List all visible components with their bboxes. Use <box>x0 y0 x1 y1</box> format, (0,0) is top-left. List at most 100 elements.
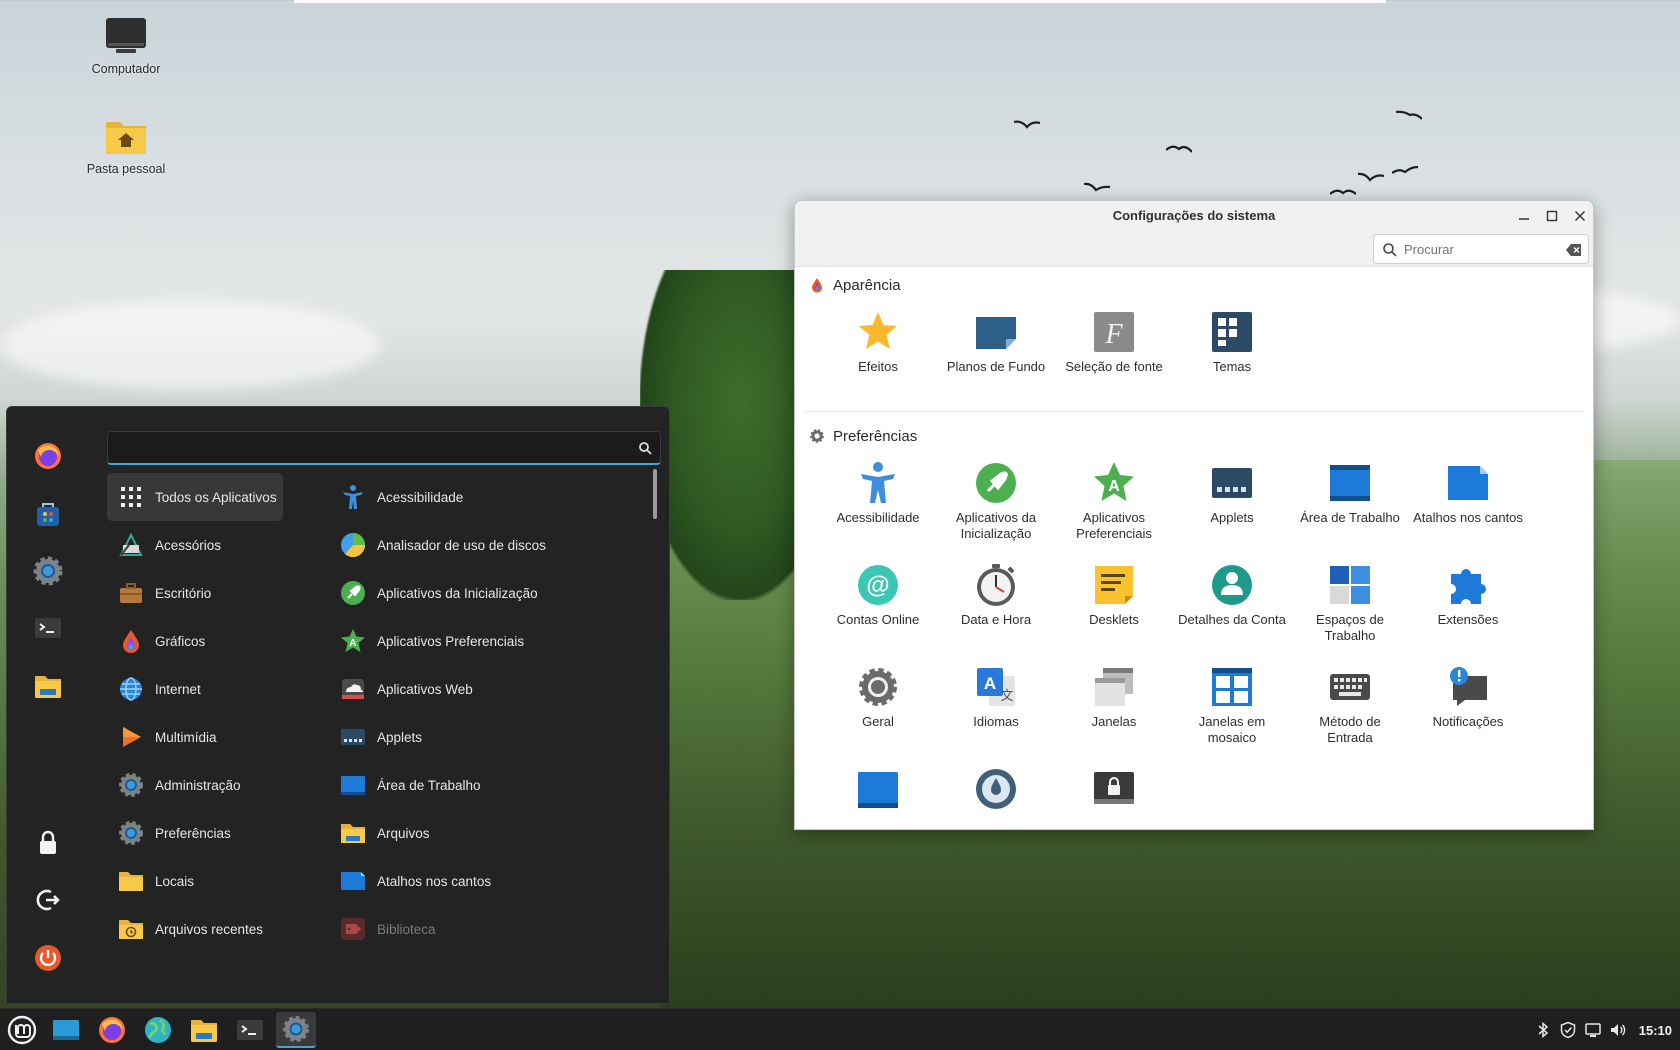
firefox-launcher[interactable] <box>92 1012 132 1048</box>
window-title: Configurações do sistema <box>1112 208 1276 223</box>
settings-item-date-time[interactable]: Data e Hora <box>937 556 1055 658</box>
category-preferences[interactable]: Preferências <box>107 809 297 857</box>
administration-icon <box>119 773 143 797</box>
app-applets[interactable]: Applets <box>327 713 647 761</box>
settings-item-partial-3[interactable] <box>1055 760 1173 829</box>
app-label: Arquivos <box>377 825 430 841</box>
settings-icon <box>283 1016 309 1042</box>
volume-icon[interactable] <box>1609 1021 1627 1039</box>
settings-item-partial-2[interactable] <box>937 760 1055 829</box>
terminal-launcher[interactable] <box>230 1012 270 1048</box>
settings-item-themes[interactable]: Temas <box>1173 303 1291 405</box>
settings-item-partial-1[interactable] <box>819 760 937 829</box>
app-hot-corners[interactable]: Atalhos nos cantos <box>327 857 647 905</box>
system-settings-task[interactable] <box>276 1012 316 1048</box>
lock-screen-button[interactable] <box>29 824 67 862</box>
app-label: Aplicativos da Inicialização <box>377 585 538 601</box>
app-disk-usage-analyzer[interactable]: Analisador de uso de discos <box>327 521 647 569</box>
settings-item-backgrounds[interactable]: Planos de Fundo <box>937 303 1055 405</box>
hot-corners-icon <box>341 872 365 890</box>
section-divider <box>805 411 1583 412</box>
app-web-apps[interactable]: Aplicativos Web <box>327 665 647 713</box>
category-label: Internet <box>155 681 201 697</box>
settings-item-hot-corners[interactable]: Atalhos nos cantos <box>1409 454 1527 556</box>
app-files[interactable]: Arquivos <box>327 809 647 857</box>
multimedia-icon <box>123 727 141 747</box>
settings-item-extensions[interactable]: Extensões <box>1409 556 1527 658</box>
app-library[interactable]: Biblioteca <box>327 905 647 953</box>
settings-item-languages[interactable]: A文 Idiomas <box>937 658 1055 760</box>
bluetooth-icon[interactable] <box>1534 1021 1552 1039</box>
close-icon[interactable] <box>1571 207 1589 225</box>
category-internet[interactable]: Internet <box>107 665 297 713</box>
category-places[interactable]: Locais <box>107 857 297 905</box>
section-title: Aparência <box>833 276 901 294</box>
recent-files-icon <box>119 920 143 939</box>
settings-item-font-selection[interactable]: F Seleção de fonte <box>1055 303 1173 405</box>
menu-scrollbar[interactable] <box>653 469 657 519</box>
category-accessories[interactable]: Acessórios <box>107 521 297 569</box>
clear-search-icon[interactable] <box>1566 243 1582 257</box>
desktop-icon-computer[interactable]: Computador <box>76 16 176 76</box>
desktop-icon-home[interactable]: Pasta pessoal <box>76 116 176 176</box>
settings-item-accessibility[interactable]: Acessibilidade <box>819 454 937 556</box>
firefox-favorite-button[interactable] <box>29 437 67 475</box>
settings-item-online-accounts[interactable]: @ Contas Online <box>819 556 937 658</box>
settings-item-label: Extensões <box>1437 612 1499 627</box>
settings-item-desklets[interactable]: Desklets <box>1055 556 1173 658</box>
menu-search-input[interactable] <box>108 432 660 463</box>
category-recent-files[interactable]: Arquivos recentes <box>107 905 297 953</box>
settings-item-effects[interactable]: Efeitos <box>819 303 937 405</box>
settings-item-label: Atalhos nos cantos <box>1413 510 1523 525</box>
update-manager-icon[interactable] <box>1559 1021 1577 1039</box>
web-browser-launcher[interactable] <box>138 1012 178 1048</box>
files-favorite-button[interactable] <box>29 667 67 705</box>
menu-button[interactable] <box>2 1012 42 1048</box>
settings-item-workspaces[interactable]: Espaços de Trabalho <box>1291 556 1409 658</box>
settings-search-input[interactable] <box>1374 235 1588 263</box>
software-manager-favorite-button[interactable] <box>29 495 67 533</box>
settings-item-window-tiling[interactable]: Janelas em mosaico <box>1173 658 1291 760</box>
settings-item-input-method[interactable]: Método de Entrada <box>1291 658 1409 760</box>
app-accessibility[interactable]: Acessibilidade <box>327 473 647 521</box>
settings-item-general[interactable]: Geral <box>819 658 937 760</box>
minimize-icon[interactable] <box>1515 207 1533 225</box>
category-administration[interactable]: Administração <box>107 761 297 809</box>
app-label: Analisador de uso de discos <box>377 537 546 553</box>
settings-item-applets[interactable]: Applets <box>1173 454 1291 556</box>
app-desktop[interactable]: Área de Trabalho <box>327 761 647 809</box>
settings-item-preferred-applications[interactable]: A Aplicativos Preferenciais <box>1055 454 1173 556</box>
privacy-icon <box>976 769 1016 809</box>
app-startup-applications[interactable]: Aplicativos da Inicialização <box>327 569 647 617</box>
category-label: Acessórios <box>155 537 222 553</box>
globe-icon <box>145 1017 171 1043</box>
app-label: Área de Trabalho <box>377 777 481 793</box>
network-icon[interactable] <box>1584 1021 1602 1039</box>
window-titlebar[interactable]: Configurações do sistema <box>795 201 1593 231</box>
settings-item-account-details[interactable]: Detalhes da Conta <box>1173 556 1291 658</box>
computer-icon <box>104 16 148 56</box>
category-graphics[interactable]: Gráficos <box>107 617 297 665</box>
category-multimedia[interactable]: Multimídia <box>107 713 297 761</box>
show-desktop-button[interactable] <box>46 1012 86 1048</box>
category-office[interactable]: Escritório <box>107 569 297 617</box>
files-icon <box>35 676 61 698</box>
settings-item-startup-applications[interactable]: Aplicativos da Inicialização <box>937 454 1055 556</box>
app-preferred-applications[interactable]: A Aplicativos Preferenciais <box>327 617 647 665</box>
preferences-icon <box>119 821 143 845</box>
maximize-icon[interactable] <box>1543 207 1561 225</box>
logout-button[interactable] <box>29 881 67 919</box>
settings-item-label: Temas <box>1212 359 1252 374</box>
search-icon <box>639 442 652 455</box>
disk-usage-icon <box>341 533 366 558</box>
settings-item-notifications[interactable]: Notificações <box>1409 658 1527 760</box>
settings-favorite-button[interactable] <box>29 552 67 590</box>
files-launcher[interactable] <box>184 1012 224 1048</box>
terminal-favorite-button[interactable] <box>29 609 67 647</box>
settings-item-windows[interactable]: Janelas <box>1055 658 1173 760</box>
clock[interactable]: 15:10 <box>1639 1023 1672 1038</box>
category-all-applications[interactable]: Todos os Aplicativos <box>107 473 283 521</box>
star-icon <box>859 312 897 349</box>
shutdown-button[interactable] <box>29 939 67 977</box>
settings-item-desktop[interactable]: Área de Trabalho <box>1291 454 1409 556</box>
